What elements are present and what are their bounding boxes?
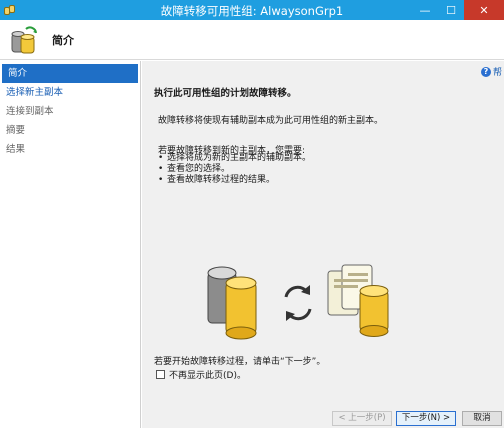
cancel-button[interactable]: 取消 xyxy=(462,411,502,426)
description-text: 故障转移将使现有辅助副本成为此可用性组的新主副本。 xyxy=(158,116,384,126)
sidebar-item-results: 结果 xyxy=(6,144,26,155)
list-item: 选择将成为新的主副本的辅助副本。 xyxy=(158,153,311,164)
maximize-button[interactable]: ☐ xyxy=(438,0,464,20)
dont-show-again-checkbox-row[interactable]: 不再显示此页(D)。 xyxy=(156,368,246,381)
failover-illustration xyxy=(200,261,410,341)
wizard-footer: < 上一步(P) 下一步(N) > 取消 xyxy=(142,406,504,428)
minimize-button[interactable]: — xyxy=(412,0,438,20)
help-link[interactable]: ? 帮 xyxy=(480,65,502,78)
requirements-list: 选择将成为新的主副本的辅助副本。 查看您的选择。 查看故障转移过程的结果。 xyxy=(158,153,311,186)
sidebar-item-connect-replicas: 连接到副本 xyxy=(6,106,54,117)
sidebar-item-introduction[interactable]: 简介 xyxy=(2,64,138,83)
database-failover-icon xyxy=(8,24,40,56)
title-bar: 故障转移可用性组: AlwaysonGrp1 — ☐ ✕ xyxy=(0,0,504,20)
help-label: 帮 xyxy=(492,68,502,78)
dont-show-again-checkbox[interactable] xyxy=(156,370,165,379)
close-button[interactable]: ✕ xyxy=(464,0,504,20)
list-item: 查看故障转移过程的结果。 xyxy=(158,175,311,186)
page-title: 简介 xyxy=(52,33,74,47)
page-heading: 执行此可用性组的计划故障转移。 xyxy=(154,88,297,99)
instruction-text: 若要开始故障转移过程，请单击“下一步”。 xyxy=(154,357,326,367)
server-cluster-icon xyxy=(327,264,389,337)
help-icon: ? xyxy=(480,66,491,77)
back-button[interactable]: < 上一步(P) xyxy=(332,411,392,426)
list-item: 查看您的选择。 xyxy=(158,164,311,175)
database-icon xyxy=(207,266,257,340)
wizard-steps-sidebar: 简介 选择新主副本 连接到副本 摘要 结果 xyxy=(0,61,141,428)
next-button[interactable]: 下一步(N) > xyxy=(396,411,456,426)
page-header: 简介 xyxy=(0,20,504,60)
checkbox-label: 不再显示此页(D)。 xyxy=(169,371,246,381)
sidebar-item-summary: 摘要 xyxy=(6,125,26,136)
sync-arrows-icon xyxy=(284,285,312,321)
sidebar-item-select-new-primary[interactable]: 选择新主副本 xyxy=(0,83,140,102)
content-panel: ? 帮 执行此可用性组的计划故障转移。 故障转移将使现有辅助副本成为此可用性组的… xyxy=(142,61,504,406)
